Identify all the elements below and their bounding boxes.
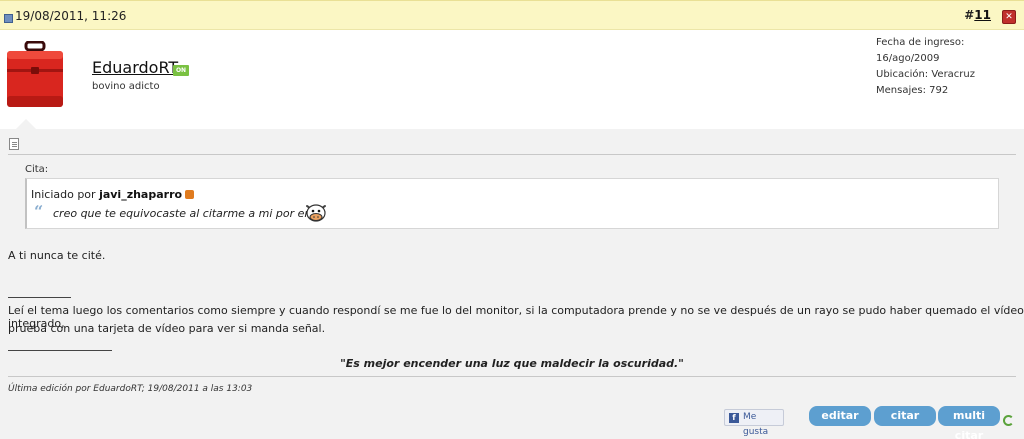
separator-rule <box>8 297 71 298</box>
user-location: Ubicación: Veracruz <box>876 69 976 80</box>
report-icon[interactable]: ✕ <box>1002 10 1016 24</box>
post-type-icon <box>9 138 19 150</box>
quote-author-line: Iniciado por javi_zhaparro <box>31 188 195 201</box>
signature-rule <box>8 350 112 351</box>
post-icon <box>4 13 13 23</box>
quote-marks-icon: “ <box>34 202 44 221</box>
message-line-1: A ti nunca te cité. <box>8 249 106 262</box>
red-toolbox-icon[interactable] <box>6 41 64 109</box>
post-number: #11 <box>964 8 991 22</box>
post-date-text: 19/08/2011, 11:26 <box>15 9 127 23</box>
multiquote-button[interactable]: multi citar <box>938 406 1000 439</box>
quote-author-name: javi_zhaparro <box>99 188 183 201</box>
last-edit-note: Última edición por EduardoRT; 19/08/2011… <box>8 384 253 394</box>
multiquote-toggle-icon[interactable] <box>1003 415 1014 426</box>
avatar-pointer <box>16 119 36 129</box>
quote-label: Cita: <box>25 164 49 175</box>
edit-button[interactable]: editar <box>809 406 871 426</box>
quote-box: Iniciado por javi_zhaparro “ creo que te… <box>25 178 999 229</box>
quote-text: creo que te equivocaste al citarme a mi … <box>53 207 325 220</box>
cow-smiley-icon <box>306 204 326 222</box>
username-link[interactable]: EduardoRT <box>92 58 178 77</box>
join-date: Fecha de ingreso: 16/ago/2009 <box>876 37 965 64</box>
facebook-icon: f <box>729 413 739 423</box>
online-status-badge: ON <box>173 65 189 76</box>
user-info: EduardoRT ON bovino adicto Fecha de ingr… <box>0 31 1024 129</box>
quote-started-by: Iniciado por <box>31 188 96 201</box>
post-number-prefix: # <box>964 8 975 22</box>
edit-divider <box>8 376 1016 377</box>
post-header: 19/08/2011, 11:26 #11 ✕ <box>0 0 1024 30</box>
user-title: bovino adicto <box>92 81 160 92</box>
quote-button[interactable]: citar <box>874 406 936 426</box>
title-divider <box>8 154 1016 155</box>
view-post-icon[interactable] <box>185 190 195 199</box>
signature-text: "Es mejor encender una luz que maldecir … <box>340 357 684 370</box>
post-number-link[interactable]: 11 <box>974 8 991 22</box>
post-count: Mensajes: 792 <box>876 85 949 96</box>
user-stats: Fecha de ingreso: 16/ago/2009 Ubicación:… <box>876 35 1019 99</box>
post-body: Cita: Iniciado por javi_zhaparro “ creo … <box>0 129 1024 439</box>
message-line-3: prueba con una tarjeta de vídeo para ver… <box>8 322 326 335</box>
post-date: 19/08/2011, 11:26 <box>4 9 126 23</box>
like-button[interactable]: f Me gusta <box>724 409 784 437</box>
like-button-label: Me gusta <box>743 412 769 437</box>
